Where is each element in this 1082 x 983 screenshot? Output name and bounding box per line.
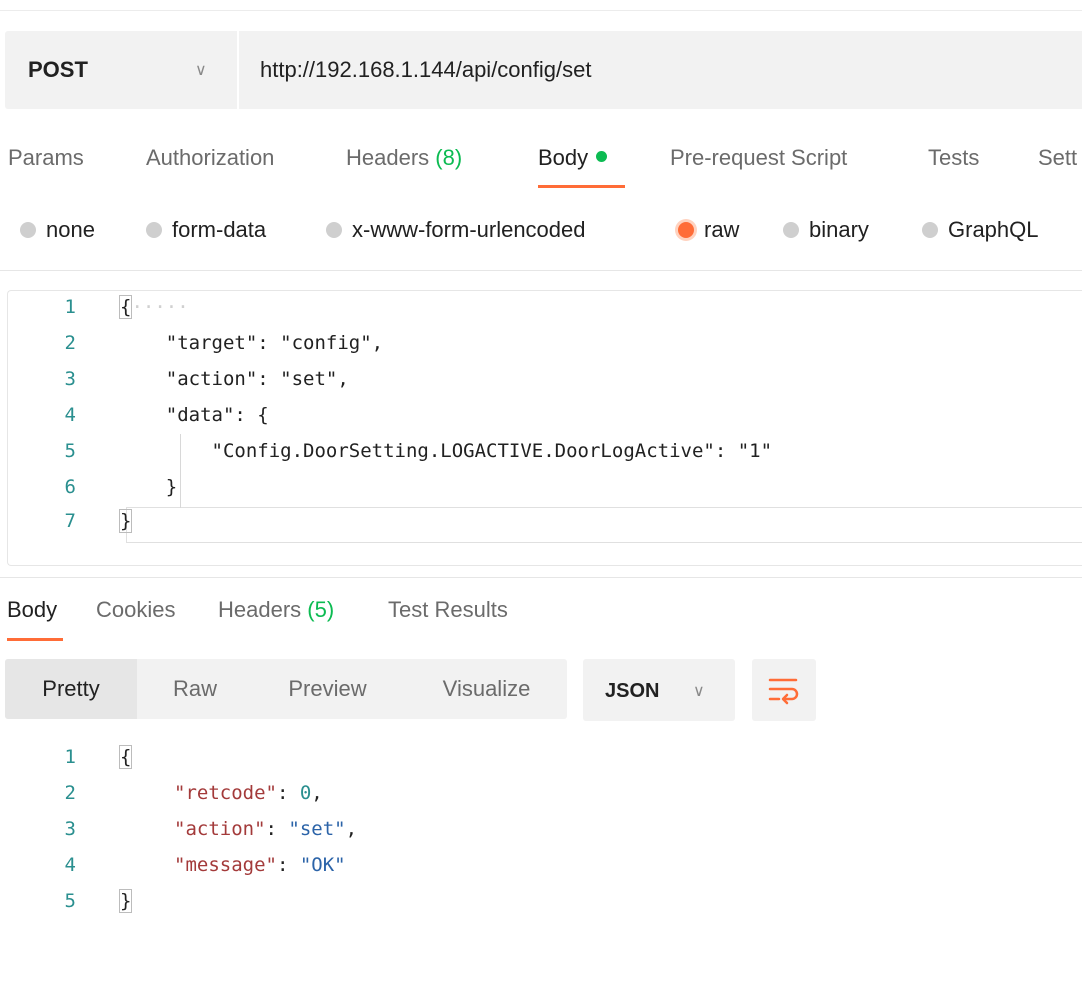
code-line: 2 "retcode": 0, [7, 782, 1082, 818]
radio-graphql-label: GraphQL [948, 217, 1039, 242]
radio-raw-label: raw [704, 217, 740, 242]
line-number: 1 [64, 746, 76, 768]
radio-urlencoded[interactable]: x-www-form-urlencoded [326, 217, 586, 243]
radio-form-data[interactable]: form-data [146, 217, 266, 243]
tab-tests[interactable]: Tests [928, 145, 979, 171]
radio-icon [922, 222, 938, 238]
line-number: 6 [64, 476, 76, 498]
code-text: "data": { [120, 404, 269, 426]
json-key: "action" [174, 818, 266, 840]
radio-icon [326, 222, 342, 238]
method-select[interactable]: POST ∨ [5, 31, 239, 109]
code-line: 3 "action": "set", [7, 818, 1082, 854]
tab-headers[interactable]: Headers (8) [346, 145, 462, 171]
code-text: "Config.DoorSetting.LOGACTIVE.DoorLogAct… [120, 440, 773, 462]
response-tab-test-results[interactable]: Test Results [388, 597, 508, 623]
line-number: 4 [64, 404, 76, 426]
body-type-radios: none form-data x-www-form-urlencoded raw… [0, 217, 1082, 247]
radio-raw[interactable]: raw [678, 217, 739, 243]
active-line-highlight [126, 507, 1082, 543]
line-number: 4 [64, 854, 76, 876]
response-tab-headers[interactable]: Headers (5) [218, 597, 334, 623]
active-tab-underline [7, 638, 63, 641]
method-label: POST [28, 57, 88, 82]
radio-graphql[interactable]: GraphQL [922, 217, 1039, 243]
code-line: 5 } [7, 889, 1082, 926]
line-number: 2 [64, 782, 76, 804]
code-text: "action": "set", [120, 368, 349, 390]
wrap-lines-icon [768, 678, 799, 705]
json-key: "message" [174, 854, 277, 876]
json-key: "retcode" [174, 782, 277, 804]
divider [0, 270, 1082, 271]
tab-headers-label: Headers [346, 145, 430, 170]
tab-settings[interactable]: Sett [1038, 145, 1077, 171]
chevron-down-icon: ∨ [195, 62, 207, 79]
view-mode-segment: Pretty Raw Preview Visualize [5, 659, 567, 719]
code-text: { [118, 745, 133, 769]
line-number: 5 [64, 440, 76, 462]
code-text: "target": "config", [120, 332, 384, 354]
top-divider [0, 10, 1082, 11]
format-label: JSON [605, 680, 660, 702]
wrap-lines-button[interactable] [752, 659, 816, 721]
radio-none-label: none [46, 217, 95, 242]
response-tab-cookies[interactable]: Cookies [96, 597, 175, 623]
code-text: } [118, 509, 133, 533]
response-tab-body[interactable]: Body [7, 597, 57, 623]
code-token: { [118, 295, 133, 319]
tab-pre-request-script[interactable]: Pre-request Script [670, 145, 847, 171]
active-tab-underline [538, 185, 625, 188]
code-text: {····· [118, 295, 189, 319]
response-headers-count: (5) [307, 597, 335, 622]
tab-body[interactable]: Body [538, 145, 608, 171]
radio-none[interactable]: none [20, 217, 95, 243]
tab-body-label: Body [538, 145, 589, 170]
json-value: 0 [299, 782, 312, 804]
headers-count: (8) [435, 145, 463, 170]
line-number: 3 [64, 818, 76, 840]
response-body-viewer[interactable]: 1 { 2 "retcode": 0, 3 "action": "set", 4… [7, 740, 1082, 940]
code-text: "retcode": 0, [174, 782, 323, 804]
radio-binary-label: binary [809, 217, 869, 242]
code-text: "message": "OK" [174, 854, 346, 876]
radio-icon [783, 222, 799, 238]
code-token: } [118, 889, 133, 913]
line-number: 2 [64, 332, 76, 354]
response-tab-headers-label: Headers [218, 597, 302, 622]
code-line: 1 { [7, 745, 1082, 782]
radio-icon [146, 222, 162, 238]
radio-icon [20, 222, 36, 238]
body-indicator-icon [596, 151, 608, 162]
radio-form-data-label: form-data [172, 217, 267, 242]
url-input[interactable]: http://192.168.1.144/api/config/set [260, 57, 591, 83]
view-pretty-button[interactable]: Pretty [5, 659, 137, 719]
whitespace-marks: ····· [131, 296, 189, 318]
code-line: 4 "message": "OK" [7, 854, 1082, 890]
view-raw-button[interactable]: Raw [155, 659, 235, 719]
view-visualize-button[interactable]: Visualize [429, 659, 544, 719]
radio-binary[interactable]: binary [783, 217, 869, 243]
line-number: 1 [64, 296, 76, 318]
format-select[interactable]: JSON ∨ [583, 659, 735, 721]
radio-urlencoded-label: x-www-form-urlencoded [352, 217, 586, 242]
line-number: 7 [64, 510, 76, 532]
code-text: "action": "set", [174, 818, 358, 840]
divider [0, 577, 1082, 578]
view-preview-button[interactable]: Preview [275, 659, 380, 719]
chevron-down-icon: ∨ [693, 683, 705, 700]
json-value: "set" [288, 818, 346, 840]
json-value: "OK" [299, 854, 346, 876]
line-number: 5 [64, 890, 76, 912]
tab-params[interactable]: Params [8, 145, 84, 171]
code-text: } [118, 889, 133, 913]
code-token: { [118, 745, 133, 769]
request-bar: POST ∨ http://192.168.1.144/api/config/s… [5, 31, 1082, 109]
code-token: } [118, 509, 133, 533]
tab-authorization[interactable]: Authorization [146, 145, 274, 171]
radio-selected-icon [678, 222, 694, 238]
line-number: 3 [64, 368, 76, 390]
code-text: } [120, 476, 178, 498]
